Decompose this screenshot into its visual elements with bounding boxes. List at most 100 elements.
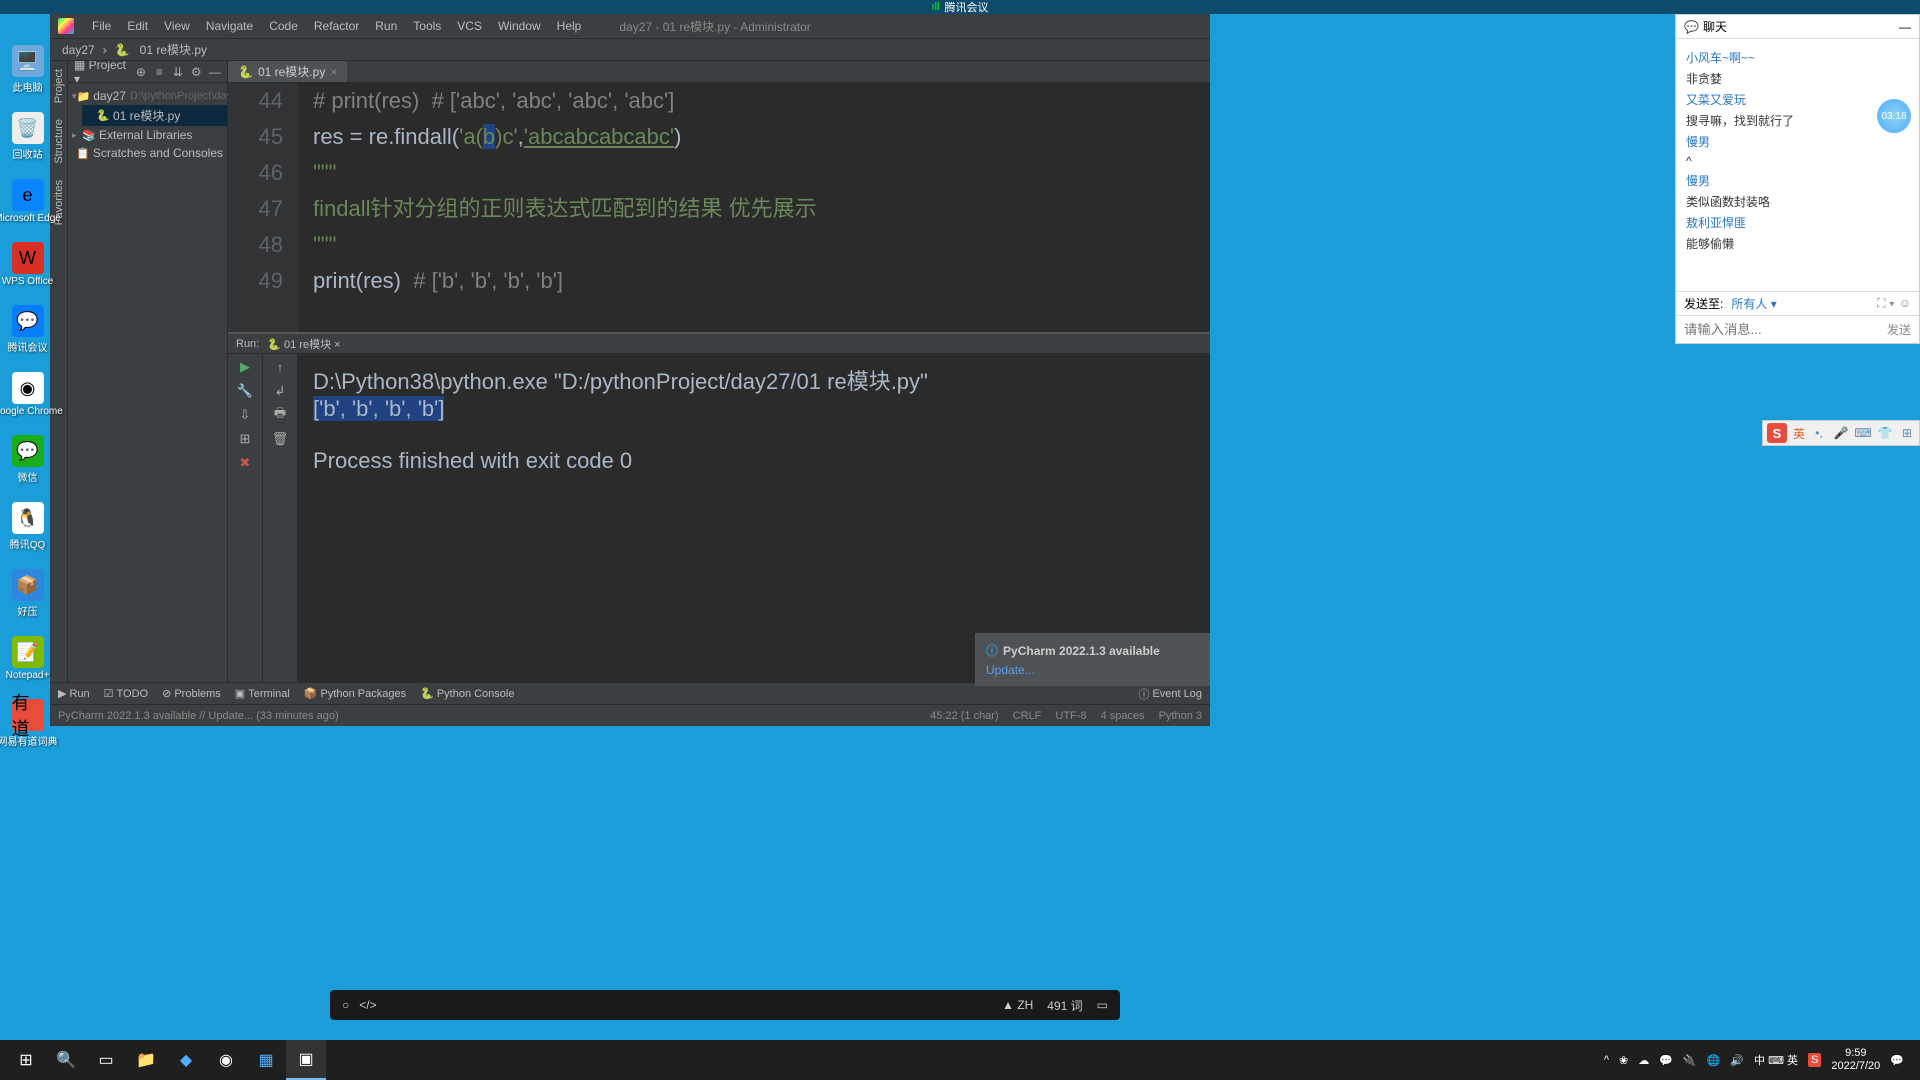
tray-notifications-icon[interactable]: 💬 — [1890, 1054, 1904, 1067]
stop-icon[interactable]: ✖ — [237, 455, 253, 471]
desktop-icon[interactable]: 🖥️此电脑 — [5, 45, 50, 94]
warn-icon[interactable]: ▲ ZH — [1002, 998, 1033, 1012]
sendto-dropdown[interactable]: 所有人 ▾ — [1731, 295, 1776, 312]
desktop-icon[interactable]: 📦好压 — [5, 569, 50, 618]
rerun-icon[interactable]: ▶ — [237, 359, 253, 375]
ime-keyboard-icon[interactable]: ⌨ — [1855, 425, 1871, 441]
status-indent[interactable]: 4 spaces — [1101, 710, 1145, 722]
menu-window[interactable]: Window — [490, 19, 549, 33]
ime-toolbox-icon[interactable]: ⊞ — [1899, 425, 1915, 441]
bottom-pyconsole[interactable]: 🐍 Python Console — [420, 687, 514, 700]
emoji-icon[interactable]: ☺ — [1899, 296, 1911, 311]
desktop-icon[interactable]: eMicrosoft Edge — [5, 179, 50, 224]
menu-refactor[interactable]: Refactor — [306, 19, 367, 33]
tray-ime-icon[interactable]: 中 ⌨ 英 — [1754, 1052, 1798, 1068]
wrap-icon[interactable]: ↲ — [272, 383, 288, 399]
tray-clock[interactable]: 9:59 2022/7/20 — [1831, 1047, 1880, 1073]
trash-icon[interactable]: 🗑 — [272, 431, 288, 447]
tray-volume-icon[interactable]: 🔊 — [1730, 1054, 1744, 1067]
menu-vcs[interactable]: VCS — [449, 19, 490, 33]
taskview-button[interactable]: ▭ — [86, 1040, 126, 1080]
expand-icon[interactable]: ≡ — [153, 65, 165, 79]
chat-messages[interactable]: 小风车~啊~~非贪婪又菜又爱玩搜寻嘛，找到就行了慢男^慢男类似函数封装咯敖利亚悍… — [1676, 39, 1919, 291]
screenshot-icon[interactable]: ⛶ ▾ — [1877, 296, 1895, 311]
tray-wechat-icon[interactable]: 💬 — [1659, 1054, 1673, 1067]
minimize-icon[interactable]: — — [1899, 20, 1911, 34]
record-icon[interactable]: ○ — [342, 998, 349, 1012]
menu-navigate[interactable]: Navigate — [198, 19, 261, 33]
wrench-icon[interactable]: 🔧 — [237, 383, 253, 399]
tree-file-selected[interactable]: 🐍 01 re模块.py — [82, 105, 227, 126]
code-icon[interactable]: </> — [359, 998, 376, 1012]
hide-icon[interactable]: — — [209, 65, 221, 79]
explorer-button[interactable]: 📁 — [126, 1040, 166, 1080]
status-caret-pos[interactable]: 45:22 (1 char) — [930, 710, 998, 722]
desktop-icon[interactable]: 💬微信 — [5, 435, 50, 484]
bottom-problems[interactable]: ⊘ Problems — [162, 687, 221, 700]
down-icon[interactable]: ⇩ — [237, 407, 253, 423]
desktop-icon[interactable]: ◉Google Chrome — [5, 372, 50, 417]
app-button[interactable]: ▦ — [246, 1040, 286, 1080]
menu-file[interactable]: File — [84, 19, 119, 33]
chat-username[interactable]: 慢男 — [1686, 135, 1710, 149]
layout-icon[interactable]: ⊞ — [237, 431, 253, 447]
ime-lang[interactable]: 英 — [1793, 425, 1805, 442]
status-interpreter[interactable]: Python 3 — [1159, 710, 1202, 722]
sogou-logo-icon[interactable]: S — [1767, 423, 1787, 443]
left-tab-structure[interactable]: Structure — [51, 111, 67, 172]
bottom-todo[interactable]: ☑ TODO — [104, 687, 148, 700]
run-config-tab[interactable]: 🐍 01 re模块 × — [267, 336, 340, 352]
tray-network-icon[interactable]: 🌐 — [1707, 1054, 1721, 1067]
update-link[interactable]: Update... — [986, 663, 1199, 677]
chat-username[interactable]: 敖利亚悍匪 — [1686, 216, 1746, 230]
chat-username[interactable]: 小风车~啊~~ — [1686, 51, 1755, 65]
chat-input[interactable] — [1684, 322, 1882, 337]
tencent-meeting-button[interactable]: ◆ — [166, 1040, 206, 1080]
tray-sogou-icon[interactable]: S — [1808, 1053, 1821, 1067]
menu-edit[interactable]: Edit — [119, 19, 156, 33]
chat-username[interactable]: 又菜又爱玩 — [1686, 93, 1746, 107]
print-icon[interactable]: 🖶 — [272, 407, 288, 423]
up-arrow-icon[interactable]: ↑ — [272, 359, 288, 375]
editor-tab-active[interactable]: 🐍 01 re模块.py × — [228, 61, 347, 82]
collapse-icon[interactable]: ⇊ — [172, 65, 184, 79]
menu-help[interactable]: Help — [549, 19, 590, 33]
ime-voice-icon[interactable]: 🎤 — [1833, 425, 1849, 441]
menu-tools[interactable]: Tools — [405, 19, 449, 33]
bottom-terminal[interactable]: ▣ Terminal — [235, 687, 290, 700]
left-tab-project[interactable]: Project — [51, 61, 67, 111]
code-editor[interactable]: 444546474849 # print(res) # ['abc', 'abc… — [228, 83, 1210, 332]
locate-icon[interactable]: ⊕ — [135, 65, 147, 79]
tray-up-icon[interactable]: ^ — [1604, 1054, 1609, 1066]
status-message[interactable]: PyCharm 2022.1.3 available // Update... … — [58, 710, 339, 722]
status-encoding[interactable]: UTF-8 — [1055, 710, 1086, 722]
desktop-icon[interactable]: 有道网易有道词典 — [5, 699, 50, 748]
breadcrumb-project[interactable]: day27 — [58, 43, 99, 57]
tree-external-libs[interactable]: ▸ 📚 External Libraries — [68, 126, 227, 144]
desktop-icon[interactable]: 🐧腾讯QQ — [5, 502, 50, 551]
search-button[interactable]: 🔍 — [46, 1040, 86, 1080]
project-dropdown[interactable]: ▦ Project ▾ — [74, 61, 129, 86]
expand-icon[interactable]: ▭ — [1097, 998, 1108, 1012]
tray-flower-icon[interactable]: ❀ — [1619, 1054, 1628, 1067]
pycharm-button[interactable]: ▣ — [286, 1040, 326, 1080]
desktop-icon[interactable]: WWPS Office — [5, 242, 50, 287]
start-button[interactable]: ⊞ — [6, 1040, 46, 1080]
tray-cloud-icon[interactable]: ☁ — [1638, 1054, 1649, 1067]
chrome-button[interactable]: ◉ — [206, 1040, 246, 1080]
menu-view[interactable]: View — [156, 19, 198, 33]
desktop-icon[interactable]: 💬腾讯会议 — [5, 305, 50, 354]
breadcrumb-file[interactable]: 01 re模块.py — [136, 41, 211, 58]
settings-icon[interactable]: ⚙ — [190, 65, 202, 79]
desktop-icon[interactable]: 🗑️回收站 — [5, 112, 50, 161]
ime-skin-icon[interactable]: 👕 — [1877, 425, 1893, 441]
bottom-eventlog[interactable]: ⓘ Event Log — [1138, 686, 1202, 702]
tree-scratches[interactable]: 📋 Scratches and Consoles — [68, 144, 227, 162]
ime-punct-icon[interactable]: •, — [1811, 425, 1827, 441]
chat-send-button[interactable]: 发送 — [1887, 321, 1911, 338]
tray-power-icon[interactable]: 🔌 — [1683, 1054, 1697, 1067]
ime-toolbar[interactable]: S 英 •, 🎤 ⌨ 👕 ⊞ — [1762, 420, 1920, 446]
bottom-pypackages[interactable]: 📦 Python Packages — [304, 687, 406, 700]
status-eol[interactable]: CRLF — [1013, 710, 1042, 722]
desktop-icon[interactable]: 📝Notepad+ — [5, 636, 50, 681]
